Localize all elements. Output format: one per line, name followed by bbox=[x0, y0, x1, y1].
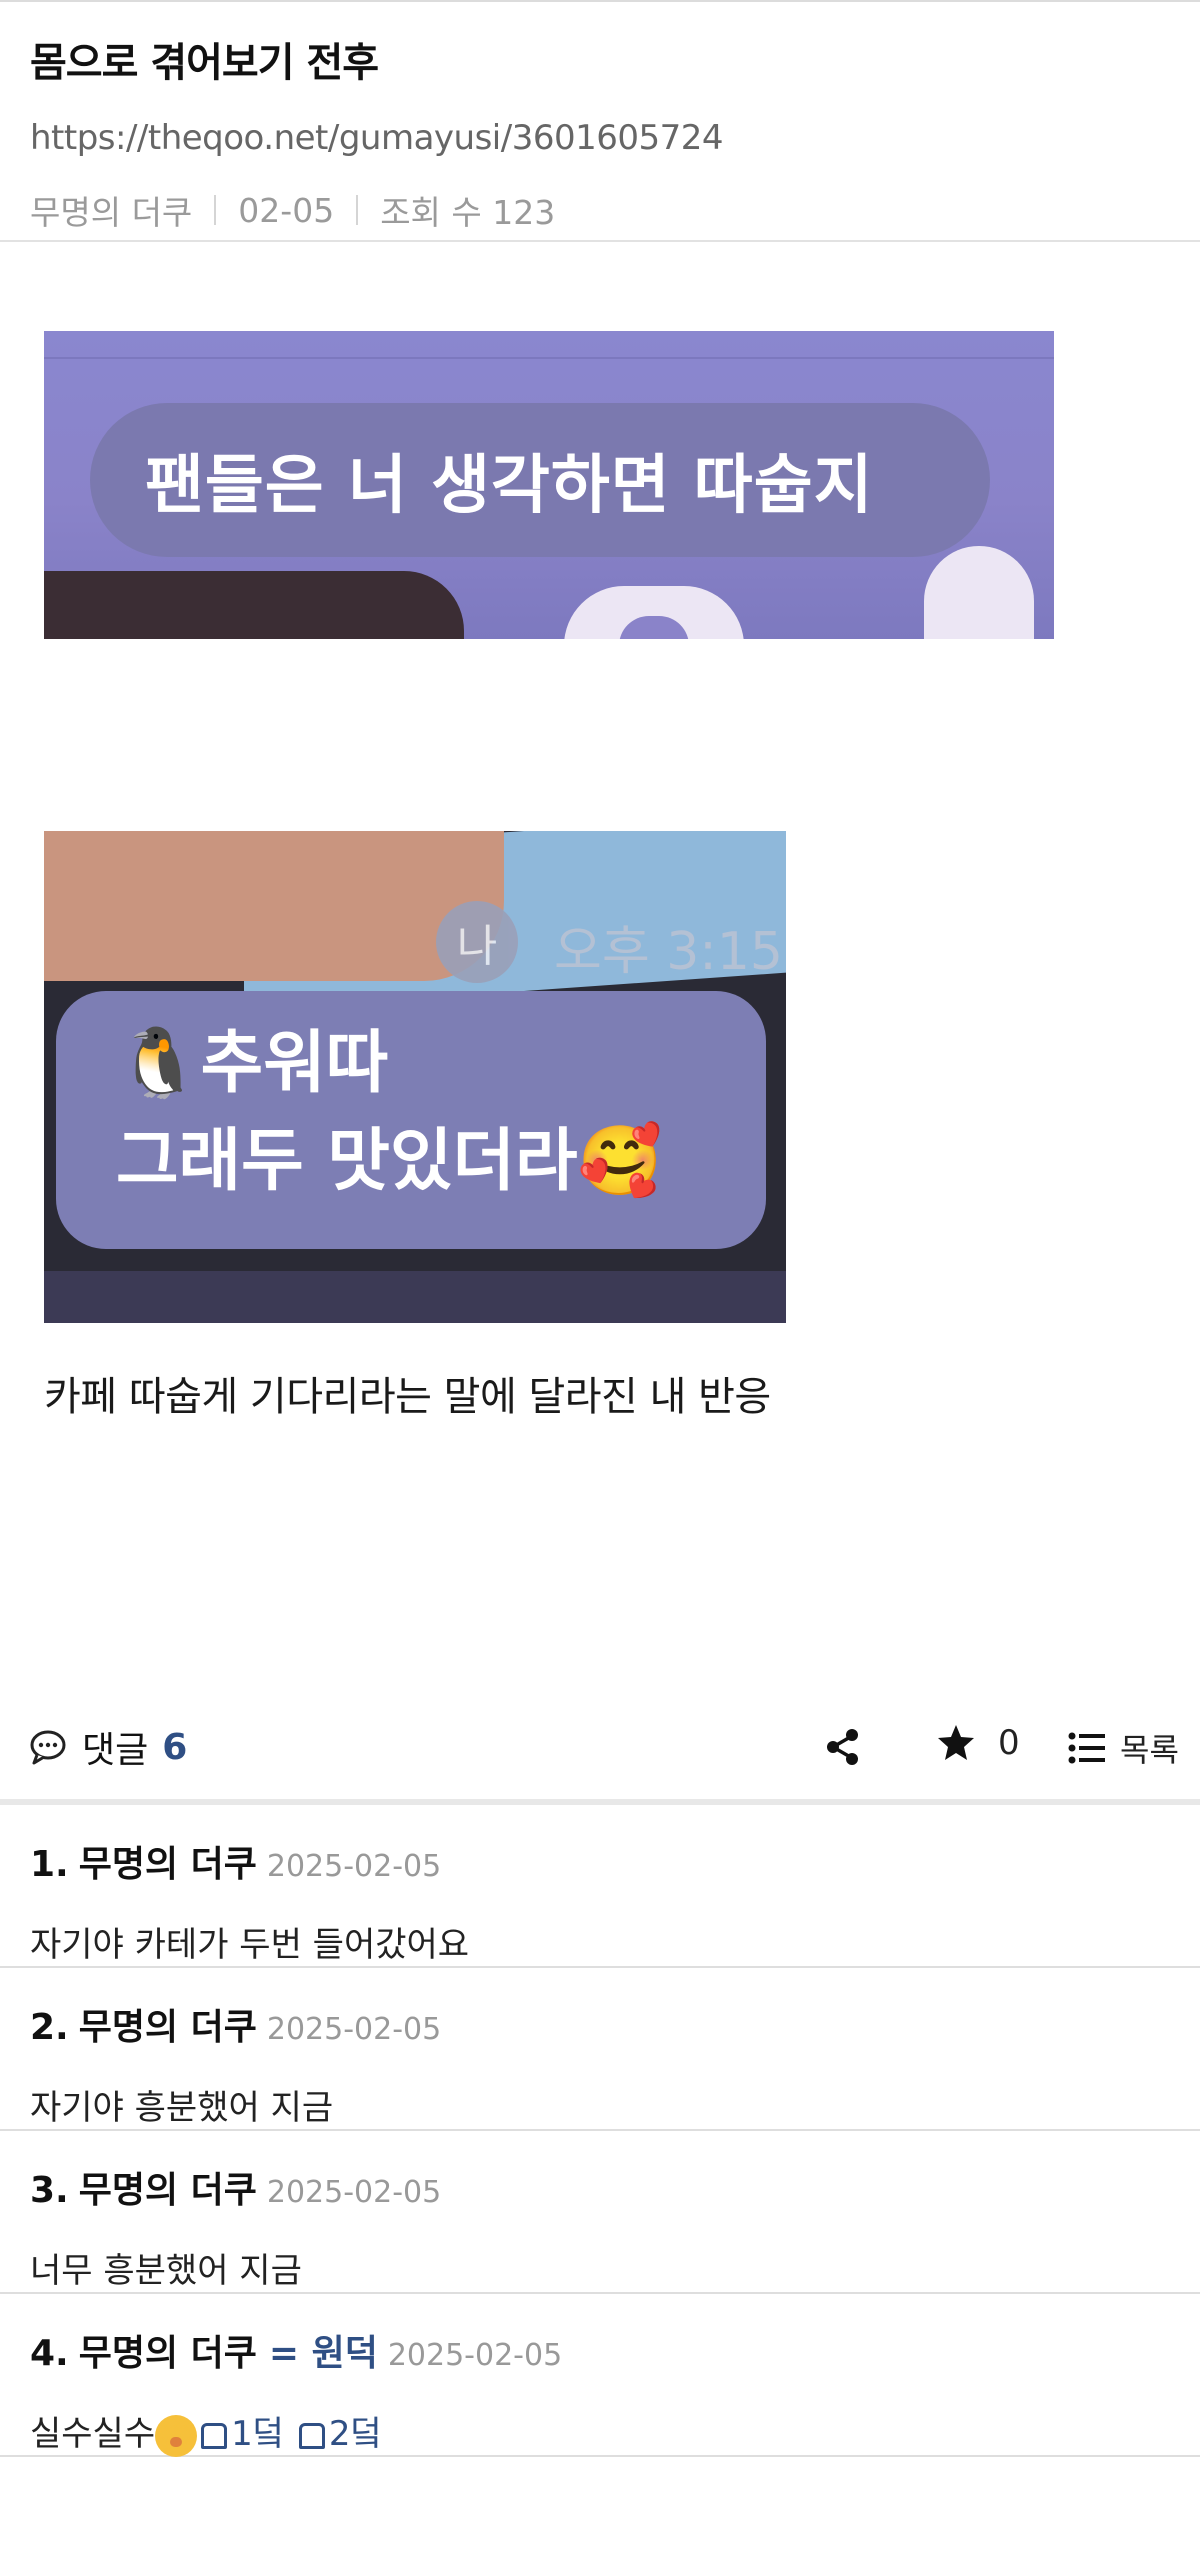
post-meta: 무명의 더쿠 02-05 조회 수 123 bbox=[30, 186, 1170, 234]
meta-divider bbox=[356, 195, 359, 225]
chat-bubble-2: 🐧추워따 그래두 맛있더라🥰 bbox=[56, 991, 766, 1249]
comment-icon bbox=[30, 1730, 66, 1765]
post-url[interactable]: https://theqoo.net/gumayusi/3601605724 bbox=[30, 118, 1170, 158]
comment-item: 2. 무명의 더쿠 2025-02-05 자기야 흥분했어 지금 bbox=[0, 1968, 1200, 2131]
comment-number: 2. bbox=[30, 2007, 69, 2048]
list-label: 목록 bbox=[1120, 1731, 1179, 1769]
comments-count: 6 bbox=[162, 1726, 188, 1768]
meta-divider bbox=[214, 195, 217, 225]
comment-date: 2025-02-05 bbox=[266, 2175, 442, 2210]
star-icon bbox=[938, 1725, 974, 1760]
star-count: 0 bbox=[998, 1723, 1020, 1763]
comment-text: 자기야 카테가 두번 들어갔어요 bbox=[30, 1925, 470, 1965]
comment-author[interactable]: 무명의 더쿠 bbox=[79, 2324, 257, 2376]
post-actions: 댓글 6 0 목록 bbox=[0, 1697, 1200, 1805]
comment-author[interactable]: 무명의 더쿠 bbox=[79, 1835, 257, 1887]
post-title: 몸으로 겪어보기 전후 bbox=[30, 40, 379, 86]
comment-item: 3. 무명의 더쿠 2025-02-05 너무 흥분했어 지금 bbox=[0, 2131, 1200, 2294]
post-body-text: 카페 따숩게 기다리라는 말에 달라진 내 반응 bbox=[44, 1374, 771, 1420]
comment-author-tag: = 원덕 bbox=[268, 2333, 378, 2374]
comment-number: 1. bbox=[30, 1844, 69, 1885]
hat-icon bbox=[201, 2422, 228, 2449]
list-icon bbox=[1068, 1732, 1105, 1764]
chat-line-2: 그래두 맛있더라🥰 bbox=[116, 1122, 663, 1201]
sender-badge: 나 bbox=[436, 901, 518, 983]
comment-date: 2025-02-05 bbox=[387, 2338, 563, 2373]
reply-link-1[interactable]: 1덬 bbox=[231, 2414, 284, 2454]
comment-text: 너무 흥분했어 지금 bbox=[30, 2251, 302, 2291]
share-icon[interactable] bbox=[824, 1727, 862, 1767]
comments-label: 댓글 bbox=[82, 1730, 149, 1771]
post-author[interactable]: 무명의 더쿠 bbox=[30, 186, 192, 234]
comments-toggle[interactable]: 댓글 6 bbox=[28, 1721, 187, 1773]
comment-date: 2025-02-05 bbox=[266, 1849, 442, 1884]
comment-number: 4. bbox=[30, 2333, 69, 2374]
post-views: 조회 수 123 bbox=[380, 193, 556, 232]
comment-text: 자기야 흥분했어 지금 bbox=[30, 2088, 334, 2128]
comment-author[interactable]: 무명의 더쿠 bbox=[79, 1998, 257, 2050]
comment-text-main: 실수실수 bbox=[30, 2414, 156, 2454]
post-content: 팬들은 너 생각하면 따숩지 나 오후 3:15 🐧추워따 그래두 맛있더라🥰 … bbox=[0, 242, 1200, 1697]
star-button[interactable]: 0 bbox=[936, 1723, 1020, 1763]
hat-icon bbox=[298, 2422, 325, 2449]
post-image-1[interactable]: 팬들은 너 생각하면 따숩지 bbox=[44, 331, 1054, 639]
post-date: 02-05 bbox=[238, 190, 335, 230]
message-time: 오후 3:15 bbox=[554, 922, 783, 982]
shush-emoji-icon bbox=[155, 2414, 198, 2457]
post-image-2[interactable]: 나 오후 3:15 🐧추워따 그래두 맛있더라🥰 bbox=[44, 831, 786, 1323]
comment-date: 2025-02-05 bbox=[266, 2012, 442, 2047]
chat-bubble-1: 팬들은 너 생각하면 따숩지 bbox=[90, 403, 990, 557]
chat-line-1: 🐧추워따 bbox=[116, 1024, 389, 1103]
comment-text: 실수실수 1덬 2덬 bbox=[30, 2406, 1172, 2457]
comment-author[interactable]: 무명의 더쿠 bbox=[79, 2161, 257, 2213]
comment-item: 1. 무명의 더쿠 2025-02-05 자기야 카테가 두번 들어갔어요 bbox=[0, 1805, 1200, 1968]
comment-item: 4. 무명의 더쿠 = 원덕 2025-02-05 실수실수 1덬 2덬 bbox=[0, 2294, 1200, 2457]
reply-link-2[interactable]: 2덬 bbox=[329, 2414, 382, 2454]
comment-number: 3. bbox=[30, 2170, 69, 2211]
post-header: 몸으로 겪어보기 전후 https://theqoo.net/gumayusi/… bbox=[0, 2, 1200, 242]
list-button[interactable]: 목록 bbox=[1068, 1725, 1179, 1771]
